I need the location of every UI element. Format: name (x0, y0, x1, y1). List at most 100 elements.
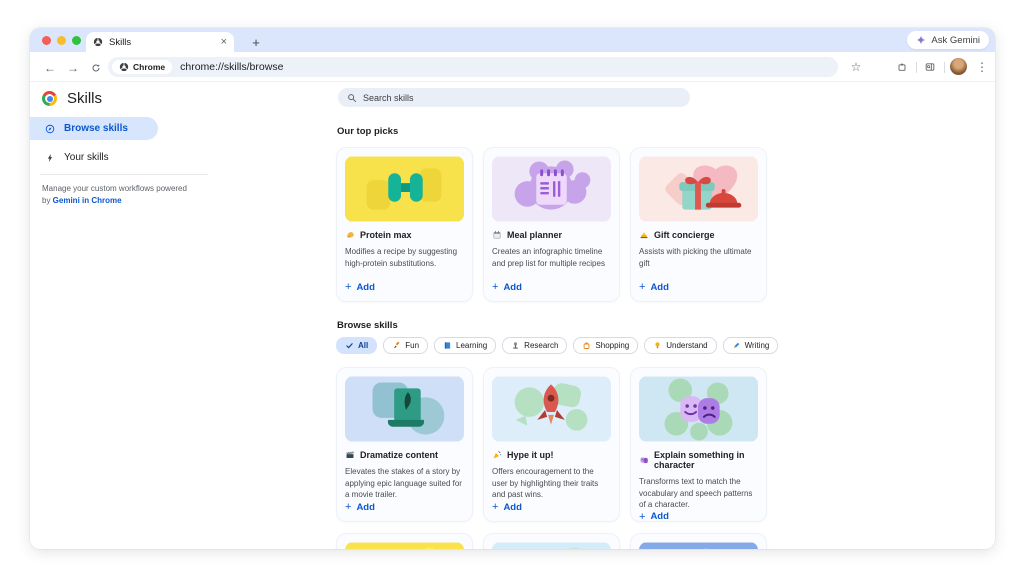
chip-label: Understand (666, 341, 707, 350)
skill-card-dramatize-content[interactable]: Dramatize content Elevates the stakes of… (336, 367, 473, 522)
profile-avatar[interactable] (950, 58, 967, 75)
tab-strip: Skills × + Ask Gemini (30, 28, 995, 52)
filter-chip-understand[interactable]: Understand (644, 337, 716, 354)
search-bar[interactable] (338, 88, 690, 107)
address-bar[interactable]: Chrome chrome://skills/browse (108, 57, 838, 77)
add-label: Add (650, 282, 668, 293)
chip-label: Learning (456, 341, 487, 350)
side-panel-search-icon[interactable] (922, 59, 938, 75)
check-icon (345, 341, 354, 350)
gemini-icon (916, 35, 926, 45)
shopping-bag-icon (582, 341, 591, 350)
chip-label: Fun (405, 341, 419, 350)
skill-card-partial[interactable] (336, 533, 473, 549)
filter-chip-learning[interactable]: Learning (434, 337, 496, 354)
gift-concierge-illustration (639, 156, 758, 222)
compass-icon (45, 124, 55, 134)
pencil-icon (732, 341, 741, 350)
chrome-logo-icon (42, 91, 57, 106)
browser-menu-icon[interactable]: ⋮ (974, 59, 990, 75)
top-picks-row: Protein max Modifies a recipe by suggest… (336, 147, 767, 302)
plus-icon: + (492, 501, 498, 513)
add-skill-button[interactable]: + Add (639, 281, 758, 293)
ask-gemini-button[interactable]: Ask Gemini (907, 31, 989, 49)
chip-label: All (358, 341, 368, 350)
skill-card-partial[interactable] (630, 533, 767, 549)
add-skill-button[interactable]: + Add (492, 501, 611, 513)
add-skill-button[interactable]: + Add (492, 281, 611, 293)
filter-chip-fun[interactable]: Fun (383, 337, 428, 354)
close-window-button[interactable] (42, 36, 51, 45)
add-skill-button[interactable]: +Add (345, 501, 464, 513)
bell-icon (639, 230, 649, 240)
filter-chip-all[interactable]: All (336, 337, 377, 354)
skill-card-gift-concierge[interactable]: Gift concierge Assists with picking the … (630, 147, 767, 302)
book-icon (443, 341, 452, 350)
add-label: Add (503, 502, 521, 513)
add-skill-button[interactable]: +Add (345, 281, 464, 293)
back-button[interactable]: ← (42, 60, 58, 76)
lightning-icon (45, 153, 55, 163)
filter-chip-shopping[interactable]: Shopping (573, 337, 638, 354)
minimize-window-button[interactable] (57, 36, 66, 45)
extensions-icon[interactable] (894, 59, 910, 75)
sidebar-divider (40, 174, 208, 175)
search-input[interactable] (363, 93, 681, 103)
sidebar-item-your-skills[interactable]: Your skills (30, 146, 158, 169)
sidebar-footnote: Manage your custom workflows powered by … (42, 183, 194, 208)
skill-card-partial[interactable] (483, 533, 620, 549)
partial-illustration-blue (639, 542, 758, 549)
gemini-in-chrome-link[interactable]: Gemini in Chrome (53, 196, 122, 205)
clapper-icon (345, 450, 355, 460)
skill-description: Modifies a recipe by suggesting high-pro… (345, 246, 464, 269)
chip-label: Writing (745, 341, 770, 350)
close-tab-icon[interactable]: × (221, 37, 227, 48)
chip-label: Shopping (595, 341, 629, 350)
skill-card-meal-planner[interactable]: Meal planner Creates an infographic time… (483, 147, 620, 302)
forward-button[interactable]: → (65, 60, 81, 76)
skill-title: Gift concierge (654, 230, 715, 240)
chrome-site-chip[interactable]: Chrome (112, 60, 172, 74)
partial-illustration-lightblue (492, 542, 611, 549)
app-header: Skills (42, 90, 102, 107)
plus-icon: + (639, 281, 645, 293)
window-controls (42, 36, 81, 45)
skill-card-hype-it-up[interactable]: Hype it up! Offers encouragement to the … (483, 367, 620, 522)
sidebar-item-browse-skills[interactable]: Browse skills (30, 117, 158, 140)
filter-chip-research[interactable]: Research (502, 337, 567, 354)
skill-description: Assists with picking the ultimate gift (639, 246, 758, 269)
protein-max-illustration (345, 156, 464, 222)
add-label: Add (503, 282, 521, 293)
plus-icon: + (492, 281, 498, 293)
tab-favicon-icon (93, 37, 103, 47)
chrome-mono-icon (119, 62, 129, 72)
partial-illustration-yellow (345, 542, 464, 549)
browser-toolbar: ← → Chrome chrome://skills/browse ☆ ⋮ (30, 52, 995, 82)
skill-description: Offers encouragement to the user by high… (492, 466, 611, 501)
add-skill-button[interactable]: + Add (639, 511, 758, 523)
section-heading-top-picks: Our top picks (337, 126, 398, 137)
browser-tab-skills[interactable]: Skills × (86, 32, 234, 52)
maximize-window-button[interactable] (72, 36, 81, 45)
bookmark-star-icon[interactable]: ☆ (848, 59, 864, 75)
dramatize-content-illustration (345, 376, 464, 442)
party-popper-icon (492, 450, 502, 460)
sidebar-item-label: Browse skills (64, 123, 128, 134)
hype-it-up-illustration (492, 376, 611, 442)
filter-chip-writing[interactable]: Writing (723, 337, 779, 354)
add-label: Add (650, 511, 668, 522)
skill-card-explain-in-character[interactable]: Explain something in character Transform… (630, 367, 767, 522)
meal-planner-illustration (492, 156, 611, 222)
browse-skills-row: Dramatize content Elevates the stakes of… (336, 367, 767, 522)
chrome-chip-label: Chrome (133, 62, 165, 72)
url-text: chrome://skills/browse (180, 61, 283, 73)
skill-card-protein-max[interactable]: Protein max Modifies a recipe by suggest… (336, 147, 473, 302)
plus-icon: + (639, 511, 645, 523)
skill-title: Dramatize content (360, 450, 438, 460)
page-content: Skills Browse skills Your skills Manage … (30, 82, 995, 549)
new-tab-button[interactable]: + (246, 32, 266, 52)
reload-button[interactable] (88, 60, 104, 76)
skill-title: Hype it up! (507, 450, 554, 460)
partial-card-row (336, 533, 767, 549)
toolbar-divider (916, 62, 917, 73)
